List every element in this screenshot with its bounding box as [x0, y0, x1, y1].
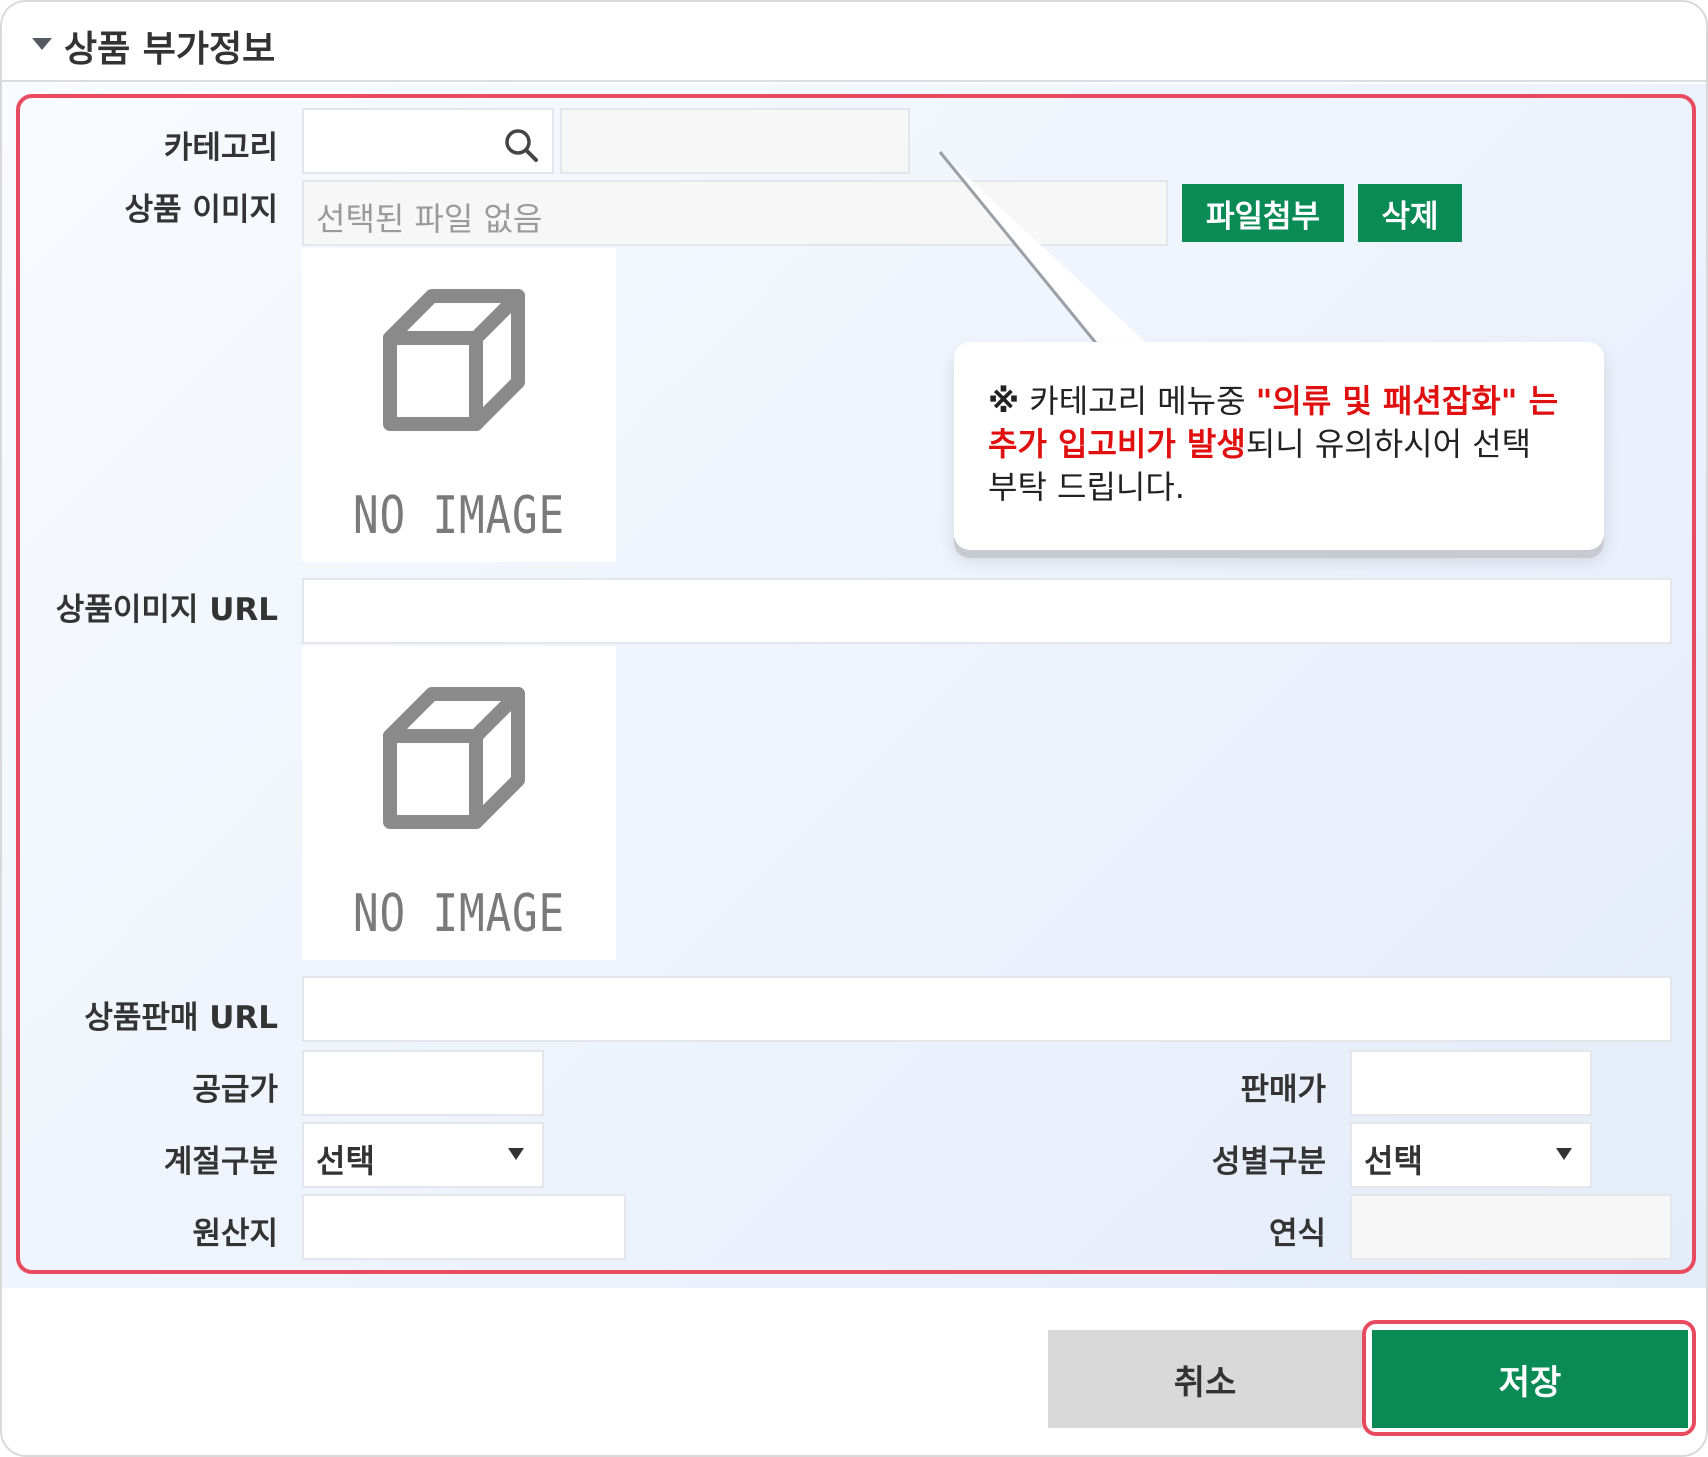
- category-notice-tooltip: ※ 카테고리 메뉴중 "의류 및 패션잡화" 는 추가 입고비가 발생되니 유의…: [954, 342, 1604, 550]
- cancel-button[interactable]: 취소: [1048, 1330, 1362, 1428]
- model-year-label: 연식: [1268, 1216, 1326, 1252]
- box-icon: [383, 289, 525, 431]
- search-icon[interactable]: [502, 126, 540, 164]
- notice-red-1: "의류 및 패션잡화" 는: [1255, 382, 1559, 420]
- section-title: 상품 부가정보: [64, 29, 276, 70]
- product-image-url-input[interactable]: [302, 578, 1672, 644]
- origin-label: 원산지: [192, 1216, 278, 1252]
- notice-red-2: 추가 입고비가 발생: [988, 425, 1246, 463]
- product-sale-url-input[interactable]: [302, 976, 1672, 1042]
- product-image-url-preview: NO IMAGE: [302, 646, 616, 960]
- season-select[interactable]: 선택: [302, 1122, 544, 1188]
- collapse-caret-icon[interactable]: [32, 38, 52, 50]
- supply-price-label: 공급가: [192, 1072, 278, 1108]
- panel: 상품 부가정보 카테고리 상품 이미지 선택된 파일 없음 파일첨부 삭제 NO…: [0, 0, 1708, 1457]
- category-name-field: [560, 108, 910, 174]
- delete-button[interactable]: 삭제: [1358, 184, 1462, 242]
- product-image-label: 상품 이미지: [124, 192, 278, 228]
- save-button[interactable]: 저장: [1372, 1330, 1688, 1428]
- product-image-url-label: 상품이미지 URL: [55, 592, 278, 628]
- supply-price-input[interactable]: [302, 1050, 544, 1116]
- season-value: 선택: [316, 1142, 375, 1180]
- file-placeholder: 선택된 파일 없음: [316, 200, 543, 238]
- sale-price-input[interactable]: [1350, 1050, 1592, 1116]
- notice-text-3: 부탁 드립니다.: [988, 468, 1185, 506]
- product-image-preview: NO IMAGE: [302, 248, 616, 562]
- gender-select[interactable]: 선택: [1350, 1122, 1592, 1188]
- notice-text-1: 카테고리 메뉴중: [1019, 382, 1256, 420]
- box-icon: [383, 687, 525, 829]
- gender-value: 선택: [1364, 1142, 1423, 1180]
- origin-input[interactable]: [302, 1194, 626, 1260]
- dropdown-arrow-icon: [1556, 1148, 1572, 1160]
- dropdown-arrow-icon: [508, 1148, 524, 1160]
- product-sale-url-label: 상품판매 URL: [84, 1000, 278, 1036]
- category-label: 카테고리: [163, 130, 278, 166]
- season-label: 계절구분: [163, 1144, 278, 1180]
- notice-text-2: 되니 유의하시어 선택: [1245, 425, 1532, 463]
- category-search-input[interactable]: [302, 108, 554, 174]
- gender-label: 성별구분: [1211, 1144, 1326, 1180]
- no-image-text: NO IMAGE: [353, 884, 565, 944]
- notice-mark: ※: [988, 382, 1020, 420]
- no-image-text: NO IMAGE: [353, 486, 565, 546]
- file-name-field[interactable]: 선택된 파일 없음: [302, 180, 1168, 246]
- model-year-input[interactable]: [1350, 1194, 1672, 1260]
- sale-price-label: 판매가: [1240, 1072, 1326, 1108]
- attach-file-button[interactable]: 파일첨부: [1182, 184, 1344, 242]
- section-header[interactable]: 상품 부가정보: [2, 2, 1706, 82]
